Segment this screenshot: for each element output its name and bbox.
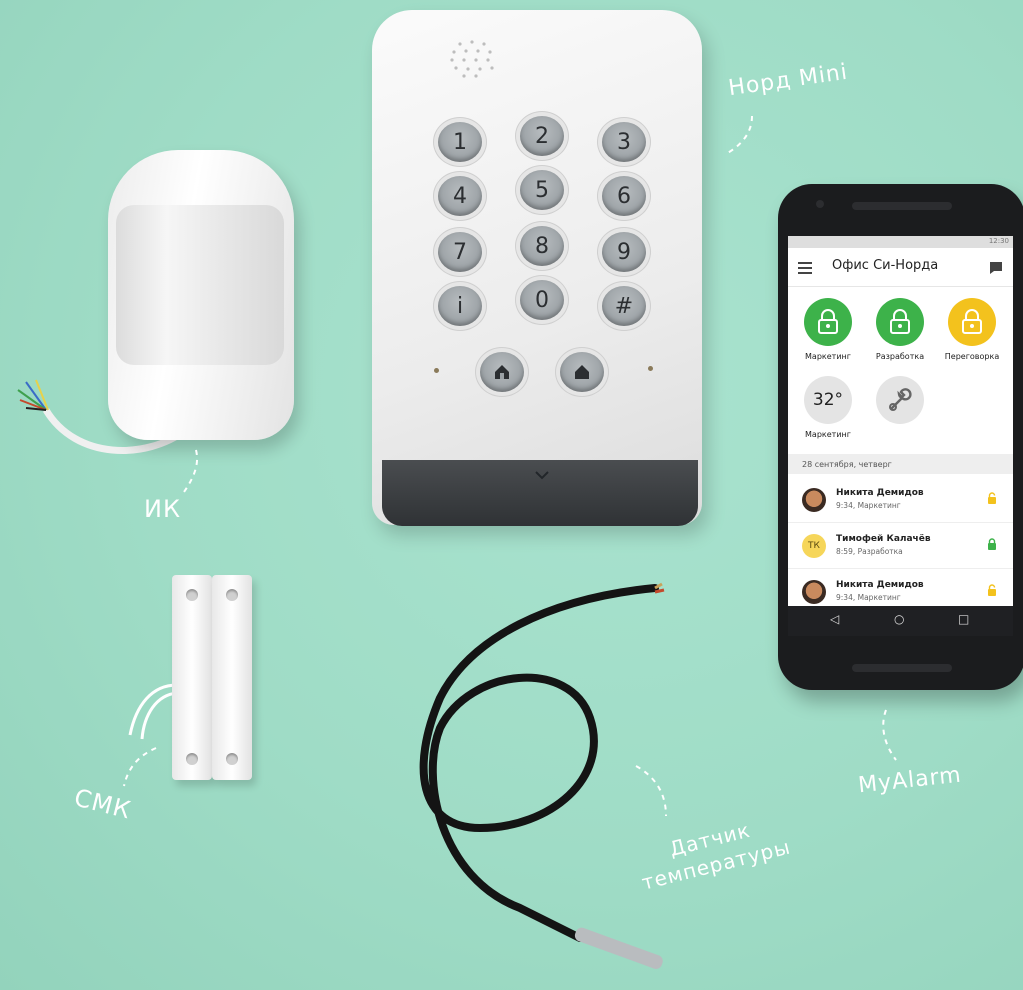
phone-camera xyxy=(816,200,824,208)
home-outline-icon xyxy=(495,365,509,379)
keypad-key-1[interactable]: 1 xyxy=(438,122,482,162)
keypad-arm-home-button[interactable] xyxy=(480,352,524,392)
keypad-key-5[interactable]: 5 xyxy=(520,170,564,210)
unlocked-status-icon xyxy=(988,584,996,596)
event-user-name: Никита Демидов xyxy=(836,580,924,590)
settings-tile[interactable] xyxy=(876,376,924,424)
event-details: 9:34, Маркетинг xyxy=(836,501,901,510)
chat-icon[interactable] xyxy=(989,261,1003,275)
home-circle-icon[interactable]: ○ xyxy=(894,612,904,626)
event-user-name: Тимофей Калачёв xyxy=(836,534,931,544)
label-keypad-pointer xyxy=(725,115,753,155)
temperature-tile-label: Маркетинг xyxy=(805,430,851,439)
zone-tile-development[interactable] xyxy=(876,298,924,346)
recents-icon[interactable]: □ xyxy=(958,612,969,626)
date-header-text: 28 сентября, четверг xyxy=(802,460,892,469)
home-icon xyxy=(575,365,589,379)
avatar-initials: ТК xyxy=(802,534,826,558)
label-contact-pointer xyxy=(123,747,157,787)
zone-tile-label: Разработка xyxy=(875,352,925,361)
keypad-base xyxy=(382,460,698,526)
keypad-key-hash[interactable]: # xyxy=(602,286,646,326)
keypad-led-left xyxy=(434,368,439,373)
speaker-grille xyxy=(450,40,494,78)
pir-sensor-lens xyxy=(116,205,284,365)
app-title: Офис Си-Норда xyxy=(832,258,939,273)
zone-tile-label: Маркетинг xyxy=(805,352,851,361)
chevron-down-icon xyxy=(535,471,549,480)
keypad-key-4[interactable]: 4 xyxy=(438,176,482,216)
event-row[interactable]: Никита Демидов 9:34, Маркетинг xyxy=(788,476,1013,523)
keypad-key-9[interactable]: 9 xyxy=(602,232,646,272)
avatar xyxy=(802,580,826,604)
back-icon[interactable]: ◁ xyxy=(830,612,839,626)
keypad-key-info[interactable]: i xyxy=(438,286,482,326)
event-row[interactable]: ТК Тимофей Калачёв 8:59, Разработка xyxy=(788,522,1013,569)
event-user-name: Никита Демидов xyxy=(836,488,924,498)
keypad-key-0[interactable]: 0 xyxy=(520,280,564,320)
date-header: 28 сентября, четверг xyxy=(788,454,1013,474)
unlocked-icon xyxy=(890,309,910,334)
keypad-arm-away-button[interactable] xyxy=(560,352,604,392)
door-contact-reed xyxy=(212,575,252,780)
label-pir-pointer xyxy=(183,449,198,493)
keypad-device xyxy=(372,10,702,525)
phone-speaker xyxy=(852,664,952,672)
label-temperature-pointer xyxy=(635,765,667,817)
door-contact-magnet xyxy=(172,575,212,780)
phone-earpiece xyxy=(852,202,952,210)
temperature-tile[interactable]: 32° xyxy=(804,376,852,424)
unlocked-icon xyxy=(818,309,838,334)
zone-tile-marketing[interactable] xyxy=(804,298,852,346)
android-nav-bar: ◁ ○ □ xyxy=(788,606,1013,636)
locked-status-icon xyxy=(988,538,996,550)
status-bar: 12:30 xyxy=(788,236,1013,248)
keypad-led-right xyxy=(648,366,653,371)
unlocked-icon xyxy=(962,309,982,334)
keypad-key-3[interactable]: 3 xyxy=(602,122,646,162)
status-time: 12:30 xyxy=(988,237,1009,245)
label-pir: ИК xyxy=(144,495,181,523)
zone-tile-label: Переговорка xyxy=(944,352,1000,361)
keypad-key-8[interactable]: 8 xyxy=(520,226,564,266)
phone-screen: 12:30 Офис Си-Норда Маркетинг Разработка xyxy=(788,236,1013,636)
label-phone-pointer xyxy=(882,709,897,761)
label-keypad: Норд Mini xyxy=(726,59,850,102)
event-details: 9:34, Маркетинг xyxy=(836,593,901,602)
avatar xyxy=(802,488,826,512)
event-details: 8:59, Разработка xyxy=(836,547,903,556)
menu-icon[interactable] xyxy=(798,262,812,274)
unlocked-status-icon xyxy=(988,492,996,504)
app-bar: Офис Си-Норда xyxy=(788,248,1013,287)
label-phone: MyAlarm xyxy=(856,762,963,799)
keypad-key-6[interactable]: 6 xyxy=(602,176,646,216)
keypad-key-2[interactable]: 2 xyxy=(520,116,564,156)
wrench-icon xyxy=(889,388,912,411)
keypad-key-7[interactable]: 7 xyxy=(438,232,482,272)
zone-tile-meeting-room[interactable] xyxy=(948,298,996,346)
